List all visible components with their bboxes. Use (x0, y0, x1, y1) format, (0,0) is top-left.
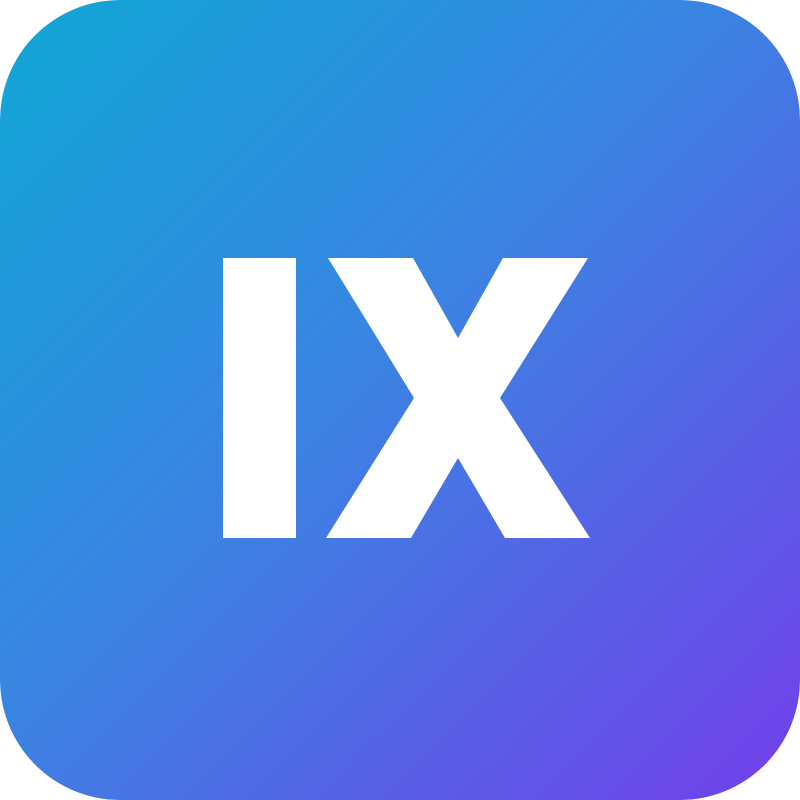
app-icon-graphic (0, 0, 800, 800)
ix-app-icon: IX (0, 0, 800, 800)
icon-background (0, 0, 800, 800)
letter-i-glyph (223, 258, 296, 538)
